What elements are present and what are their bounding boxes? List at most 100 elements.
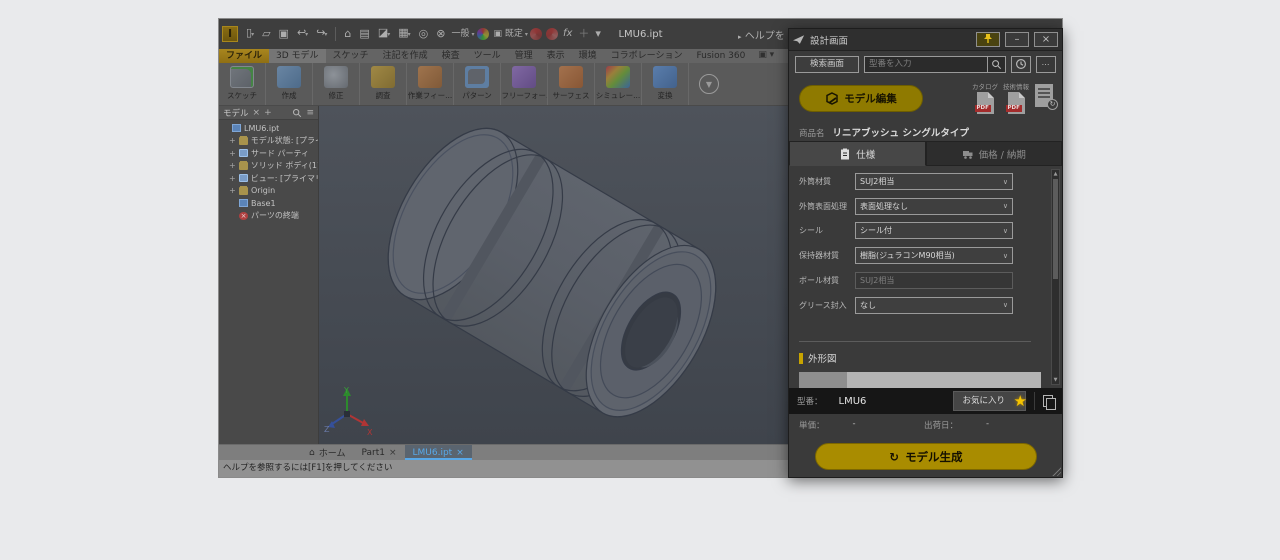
parameters-fx-button[interactable]: fx xyxy=(560,25,575,43)
no-material-icon: ⊗ xyxy=(436,27,445,40)
spec-dropdown[interactable]: なし∨ xyxy=(855,297,1013,314)
spec-value: SUJ2相当 xyxy=(860,176,1003,187)
menu-tab-5[interactable]: ツール xyxy=(467,49,508,63)
ribbon-group-create[interactable]: 作成 xyxy=(266,63,313,105)
copy-screen-button[interactable]: ▤ xyxy=(356,25,372,43)
doc-tab-0[interactable]: ⌂ホーム xyxy=(301,445,353,460)
spec-dropdown[interactable]: シール付∨ xyxy=(855,222,1013,239)
ribbon-collapse-button[interactable]: ▼ xyxy=(699,74,719,94)
spec-dropdown[interactable]: SUJ2相当∨ xyxy=(855,173,1013,190)
menu-tab-9[interactable]: コラボレーション xyxy=(604,49,690,63)
add-command-button[interactable]: ＋ xyxy=(575,25,592,43)
ribbon-group-modify[interactable]: 修正 xyxy=(313,63,360,105)
resize-grip[interactable] xyxy=(1051,466,1061,476)
ribbon-group-surface[interactable]: サーフェス xyxy=(548,63,595,105)
tab-spec[interactable]: 仕様 xyxy=(789,141,926,166)
customize-toolbar-button[interactable]: ▾ xyxy=(592,25,604,43)
sketch-tool-button[interactable]: ◪▾ xyxy=(375,24,393,44)
favorite-button[interactable]: お気に入り ★ xyxy=(953,391,1026,411)
history-button[interactable] xyxy=(1011,56,1031,73)
menu-tab-7[interactable]: 表示 xyxy=(540,49,572,63)
tab-price[interactable]: 価格 / 納期 xyxy=(926,141,1063,166)
menu-tab-8[interactable]: 環境 xyxy=(572,49,604,63)
ribbon-group-inspect[interactable]: 調査 xyxy=(360,63,407,105)
ribbon-group-pattern[interactable]: パターン xyxy=(454,63,501,105)
inventor-logo-icon[interactable]: I xyxy=(222,26,238,42)
scroll-up-icon[interactable]: ▲ xyxy=(1052,171,1059,177)
tree-item[interactable]: +サード パーティ xyxy=(222,147,318,160)
outline-drawing: WBW(r)(シール付) xyxy=(799,372,1041,388)
ribbon-group-sketch[interactable]: スケッチ xyxy=(219,63,266,105)
tree-item[interactable]: +Origin xyxy=(222,185,318,198)
scrollbar-thumb[interactable] xyxy=(1053,179,1058,279)
menu-tab-2[interactable]: スケッチ xyxy=(326,49,376,63)
ribbon-group-workfeat[interactable]: 作業フィー... xyxy=(407,63,454,105)
tree-expander[interactable]: + xyxy=(229,161,236,170)
minimize-button[interactable]: – xyxy=(1005,32,1029,47)
home-button[interactable]: ⌂ xyxy=(341,25,354,43)
tree-item[interactable]: +モデル状態: [プライマリ] xyxy=(222,135,318,148)
pin-button[interactable] xyxy=(976,32,1000,47)
menu-tab-1[interactable]: 3D モデル xyxy=(269,49,326,63)
tree-item[interactable]: Base1 xyxy=(222,197,318,210)
adjust-appearance-icon[interactable] xyxy=(530,28,542,40)
browser-menu-icon[interactable]: ≡ xyxy=(306,107,314,119)
help-search[interactable]: ▸ ヘルプを xyxy=(738,27,785,42)
ribbon-group-convert[interactable]: 変換 xyxy=(642,63,689,105)
menu-tab-4[interactable]: 検査 xyxy=(435,49,467,63)
quote-document-button[interactable]: ↻ xyxy=(1035,84,1053,107)
tree-expander[interactable]: + xyxy=(229,174,236,183)
spec-dropdown[interactable]: 樹脂(ジュラコンM90相当)∨ xyxy=(855,247,1013,264)
clear-appearance-icon[interactable] xyxy=(546,28,558,40)
clipboard-icon xyxy=(839,148,851,160)
material-dropdown[interactable]: 一般 xyxy=(448,25,472,43)
copy-button[interactable] xyxy=(1043,395,1054,408)
tech-info-pdf-link[interactable]: 技術情報 PDF xyxy=(1002,81,1030,114)
search-screen-button[interactable]: 検索画面 xyxy=(795,56,859,73)
truck-icon xyxy=(962,148,974,160)
doc-tab-2[interactable]: LMU6.ipt× xyxy=(405,445,472,460)
tree-item[interactable]: LMU6.ipt xyxy=(222,122,318,135)
menu-tab-file[interactable]: ファイル xyxy=(219,49,269,63)
tree-item[interactable]: ×パーツの終端 xyxy=(222,210,318,223)
redo-button[interactable]: ↪▾ xyxy=(313,24,330,44)
spec-dropdown[interactable]: 表面処理なし∨ xyxy=(855,198,1013,215)
comment-button[interactable]: ⋯ xyxy=(1036,56,1056,73)
color-wheel-icon[interactable] xyxy=(477,28,489,40)
new-document-button[interactable]: ▯▾ xyxy=(243,24,257,44)
ribbon-group-freeform[interactable]: フリーフォー... xyxy=(501,63,548,105)
menu-tab-3[interactable]: 注記を作成 xyxy=(376,49,435,63)
close-button[interactable]: × xyxy=(1034,32,1058,47)
panel-title-bar[interactable]: 設計画面 – × xyxy=(789,29,1062,51)
search-icon[interactable] xyxy=(292,108,302,118)
no-material-button[interactable]: ⊗ xyxy=(433,25,448,43)
catalog-pdf-link[interactable]: カタログ PDF xyxy=(971,81,999,114)
tree-expander[interactable]: + xyxy=(229,186,236,195)
model-edit-button[interactable]: モデル編集 xyxy=(799,85,923,112)
tree-item[interactable]: +ソリッド ボディ(1) xyxy=(222,160,318,173)
undo-button[interactable]: ↩▾ xyxy=(294,24,311,44)
save-button[interactable]: ▣ xyxy=(276,25,292,43)
tree-expander[interactable]: + xyxy=(229,136,236,145)
menu-tab-10[interactable]: Fusion 360 xyxy=(689,49,752,63)
menu-tab-6[interactable]: 管理 xyxy=(508,49,540,63)
appearance-dropdown[interactable]: ▣ 既定 xyxy=(491,25,526,43)
close-tab-icon[interactable]: × xyxy=(389,448,397,458)
screen-capture-menu[interactable]: ▣ ▾ xyxy=(758,49,774,63)
close-tab-icon[interactable]: × xyxy=(456,448,464,458)
tree-item[interactable]: +ビュー: [プライマリ] xyxy=(222,172,318,185)
ribbon-group-simulate[interactable]: シミュレー... xyxy=(595,63,642,105)
doc-tab-1[interactable]: Part1× xyxy=(353,445,404,460)
close-browser-icon[interactable]: × xyxy=(253,107,261,119)
scroll-down-icon[interactable]: ▼ xyxy=(1052,377,1059,383)
generate-model-button[interactable]: ↻ モデル生成 xyxy=(815,443,1037,470)
add-browser-icon[interactable]: + xyxy=(264,107,272,119)
open-button[interactable]: ▱ xyxy=(259,25,273,43)
chevron-down-icon: ▾ xyxy=(408,31,411,38)
search-button[interactable] xyxy=(987,57,1005,72)
part-number-input[interactable] xyxy=(865,59,987,69)
select-button[interactable]: ◎ xyxy=(416,25,432,43)
tree-expander[interactable]: + xyxy=(229,149,236,158)
material-block-button[interactable]: ▦▾ xyxy=(395,24,413,44)
panel-scrollbar[interactable]: ▲ ▼ xyxy=(1051,169,1060,385)
